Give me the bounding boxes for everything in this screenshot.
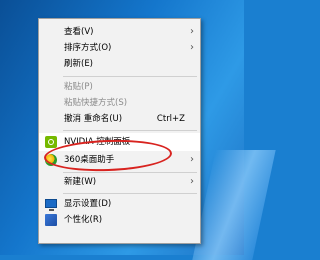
submenu-arrow-icon: › — [190, 176, 194, 187]
menu-item-label: 刷新(E) — [64, 59, 94, 69]
menu-item-label: 个性化(R) — [64, 215, 103, 225]
menu-item-new[interactable]: 新建(W) › — [39, 173, 200, 191]
menu-item-refresh[interactable]: 刷新(E) — [39, 55, 200, 73]
menu-item-shortcut: Ctrl+Z — [156, 114, 185, 124]
nvidia-icon — [45, 136, 57, 148]
menu-item-personalize[interactable]: 个性化(R) — [39, 211, 200, 229]
menu-separator — [63, 130, 197, 131]
menu-item-label: 新建(W) — [64, 177, 97, 187]
display-icon — [45, 199, 57, 211]
personalize-icon — [45, 214, 57, 226]
menu-item-undo-rename[interactable]: 撤消 重命名(U) Ctrl+Z — [39, 110, 200, 128]
menu-separator — [63, 193, 197, 194]
submenu-arrow-icon: › — [190, 154, 194, 165]
menu-item-label: 撤消 重命名(U) — [64, 114, 123, 124]
menu-separator — [63, 76, 197, 77]
context-menu: 查看(V) › 排序方式(O) › 刷新(E) 粘贴(P) 粘贴快捷方式(S) … — [38, 18, 201, 244]
